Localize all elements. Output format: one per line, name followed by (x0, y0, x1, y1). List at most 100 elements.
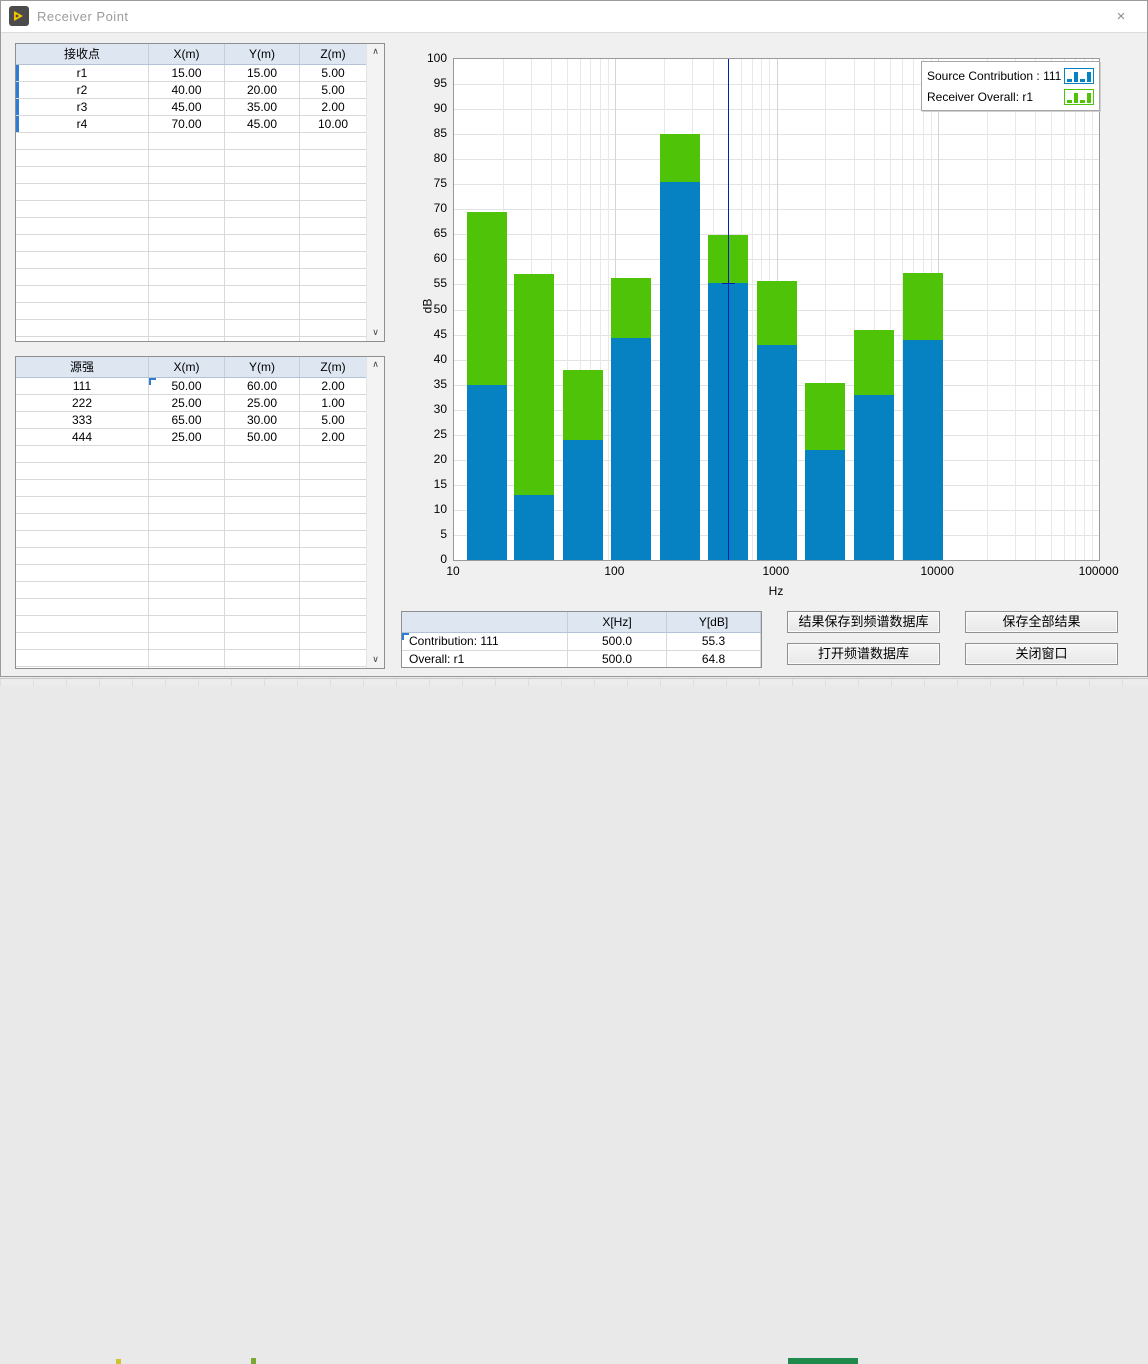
column-header: X(m) (149, 357, 225, 377)
table-cell (300, 463, 367, 479)
table-empty-row (16, 616, 367, 633)
labview-app-icon (9, 6, 29, 26)
column-header: Y(m) (225, 44, 300, 64)
table-cell[interactable]: 5.00 (300, 65, 367, 81)
table-cell[interactable]: 45.00 (149, 99, 225, 115)
table-cell (300, 201, 367, 217)
table-cell[interactable]: 50.00 (225, 429, 300, 445)
chart-legend[interactable]: Source Contribution : 111 Receiver Overal… (921, 61, 1100, 111)
vertical-scrollbar[interactable]: ∧∨ (366, 357, 384, 668)
save-all-results-button[interactable]: 保存全部结果 (965, 611, 1118, 633)
legend-bar-icon[interactable] (1064, 68, 1094, 84)
table-cell[interactable]: 222 (16, 395, 149, 411)
table-cell[interactable]: 35.00 (225, 99, 300, 115)
close-window-button[interactable]: 关闭窗口 (965, 643, 1118, 665)
table-cell[interactable]: 444 (16, 429, 149, 445)
table-cell (149, 446, 225, 462)
table-cell (225, 582, 300, 598)
table-cell[interactable]: 65.00 (149, 412, 225, 428)
table-cell[interactable]: 60.00 (225, 378, 300, 394)
open-spectrum-db-button[interactable]: 打开频谱数据库 (787, 643, 940, 665)
scroll-up-icon[interactable]: ∧ (367, 44, 384, 60)
legend-item-label: Receiver Overall: r1 (927, 90, 1064, 104)
v-gridline-minor (1035, 59, 1036, 560)
table-cell[interactable]: 2.00 (300, 378, 367, 394)
table-cell[interactable]: 10.00 (300, 116, 367, 132)
table-row[interactable]: 33365.0030.005.00 (16, 412, 367, 429)
table-cell[interactable]: 111 (16, 378, 149, 394)
table-row[interactable]: 11150.0060.002.00 (16, 378, 367, 395)
v-gridline-minor (1015, 59, 1016, 560)
table-cell[interactable]: 25.00 (225, 395, 300, 411)
vertical-scrollbar[interactable]: ∧∨ (366, 44, 384, 341)
table-cell (149, 269, 225, 285)
spectrum-chart-plot-area[interactable] (453, 58, 1100, 561)
table-cell[interactable]: 15.00 (225, 65, 300, 81)
cursor-table-cell[interactable]: 500.0 (568, 651, 667, 668)
cursor-table-cell[interactable]: Overall: r1 (402, 651, 568, 668)
table-row[interactable]: r240.0020.005.00 (16, 82, 367, 99)
table-cell[interactable]: 333 (16, 412, 149, 428)
table-cell (16, 218, 149, 234)
table-cell[interactable]: 45.00 (225, 116, 300, 132)
table-row[interactable]: 22225.0025.001.00 (16, 395, 367, 412)
titlebar[interactable]: Receiver Point × (1, 1, 1147, 33)
table-cell[interactable]: 5.00 (300, 82, 367, 98)
source-strength-table[interactable]: 源强X(m)Y(m)Z(m)11150.0060.002.0022225.002… (15, 356, 385, 669)
table-cell (300, 582, 367, 598)
table-cell (16, 303, 149, 319)
table-cell (300, 150, 367, 166)
table-cell[interactable]: r4 (16, 116, 149, 132)
legend-item[interactable]: Source Contribution : 111 (927, 65, 1094, 86)
legend-bar-segment (1080, 79, 1085, 82)
scroll-down-icon[interactable]: ∨ (367, 325, 384, 341)
table-cell[interactable]: 30.00 (225, 412, 300, 428)
cursor-readout-table[interactable]: X[Hz]Y[dB]Contribution: 111500.055.3Over… (401, 611, 762, 668)
scroll-down-icon[interactable]: ∨ (367, 652, 384, 668)
cursor-table-cell[interactable]: 64.8 (667, 651, 761, 668)
scroll-up-icon[interactable]: ∧ (367, 357, 384, 373)
table-cell[interactable]: 2.00 (300, 99, 367, 115)
table-cell (300, 320, 367, 336)
table-empty-row (16, 184, 367, 201)
table-cell (16, 269, 149, 285)
cursor-table-row[interactable]: Overall: r1500.064.8 (402, 651, 761, 668)
table-cell[interactable]: r1 (16, 65, 149, 81)
receiver-point-table[interactable]: 接收点X(m)Y(m)Z(m)r115.0015.005.00r240.0020… (15, 43, 385, 342)
table-header-row: 接收点X(m)Y(m)Z(m) (16, 44, 367, 65)
y-tick-label: 10 (409, 501, 447, 517)
table-cell (300, 303, 367, 319)
table-cell[interactable]: 20.00 (225, 82, 300, 98)
close-icon[interactable]: × (1111, 7, 1131, 27)
legend-bar-icon[interactable] (1064, 89, 1094, 105)
table-cell[interactable]: r3 (16, 99, 149, 115)
table-cell[interactable]: 70.00 (149, 116, 225, 132)
table-cell[interactable]: 2.00 (300, 429, 367, 445)
cursor-table-cell[interactable]: 55.3 (667, 633, 761, 650)
table-row[interactable]: r115.0015.005.00 (16, 65, 367, 82)
table-row[interactable]: r345.0035.002.00 (16, 99, 367, 116)
table-cell (16, 667, 149, 668)
table-cell (300, 167, 367, 183)
table-cell[interactable]: 5.00 (300, 412, 367, 428)
table-cell[interactable]: 25.00 (149, 429, 225, 445)
table-cell[interactable]: 40.00 (149, 82, 225, 98)
save-to-spectrum-db-button[interactable]: 结果保存到频谱数据库 (787, 611, 940, 633)
table-cell[interactable]: 50.00 (149, 378, 225, 394)
table-cell[interactable]: 15.00 (149, 65, 225, 81)
table-row[interactable]: r470.0045.0010.00 (16, 116, 367, 133)
cursor-table-header: X[Hz]Y[dB] (402, 612, 761, 633)
table-row[interactable]: 44425.0050.002.00 (16, 429, 367, 446)
cursor-table-cell[interactable]: Contribution: 111 (402, 633, 568, 650)
chart-cursor-crosshair[interactable] (722, 283, 735, 284)
table-empty-row (16, 497, 367, 514)
table-cell (149, 480, 225, 496)
legend-item[interactable]: Receiver Overall: r1 (927, 86, 1094, 107)
table-cell (300, 616, 367, 632)
table-cell[interactable]: 1.00 (300, 395, 367, 411)
chart-cursor-line[interactable] (728, 59, 729, 560)
table-cell[interactable]: 25.00 (149, 395, 225, 411)
cursor-table-cell[interactable]: 500.0 (568, 633, 667, 650)
table-cell[interactable]: r2 (16, 82, 149, 98)
cursor-table-row[interactable]: Contribution: 111500.055.3 (402, 633, 761, 651)
